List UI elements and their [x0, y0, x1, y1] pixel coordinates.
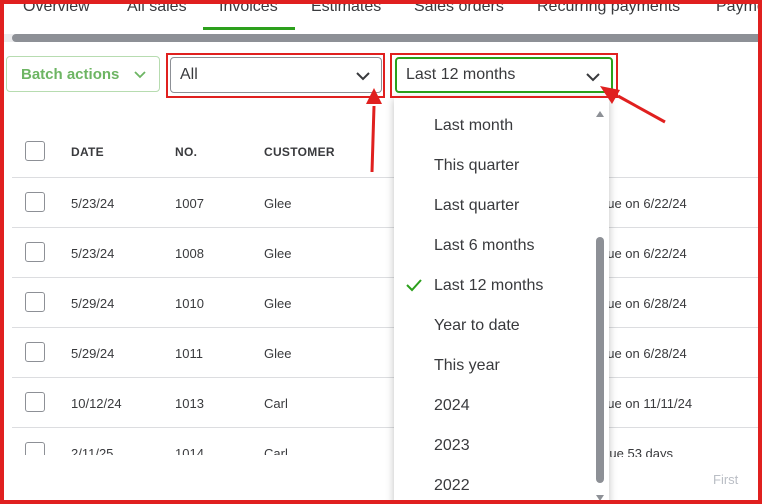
sales-tabs: Overview All sales Invoices Estimates Sa… — [0, 0, 762, 34]
option-2022[interactable]: 2022 — [434, 477, 470, 495]
active-tab-indicator — [203, 27, 295, 30]
header-divider — [12, 177, 762, 178]
annotation-arrow-status — [366, 88, 382, 173]
batch-actions-button[interactable]: Batch actions — [6, 56, 160, 92]
row-number: 1010 — [175, 296, 204, 311]
row-number: 1011 — [175, 346, 203, 361]
row-date: 10/12/24 — [71, 396, 122, 411]
option-2024[interactable]: 2024 — [434, 397, 470, 415]
select-all-checkbox[interactable] — [25, 141, 45, 161]
date-filter-value: Last 12 months — [406, 66, 516, 83]
row-customer: Glee — [264, 346, 292, 361]
row-number: 1008 — [175, 246, 204, 261]
chevron-down-icon — [355, 69, 371, 88]
row-divider — [12, 427, 762, 428]
row-customer: Glee — [264, 246, 292, 261]
row-checkbox[interactable] — [25, 242, 45, 262]
row-divider — [12, 277, 762, 278]
option-2023[interactable]: 2023 — [434, 437, 470, 455]
tab-invoices[interactable]: Invoices — [219, 0, 278, 16]
row-date: 5/29/24 — [71, 346, 115, 361]
tab-payments[interactable]: Payme — [716, 0, 762, 16]
row-status: due on 6/22/24 — [600, 246, 687, 261]
tab-overview[interactable]: Overview — [23, 0, 90, 16]
column-header-no[interactable]: NO. — [175, 145, 197, 159]
pagination-first[interactable]: First — [713, 472, 738, 487]
row-divider — [12, 327, 762, 328]
row-checkbox[interactable] — [25, 192, 45, 212]
column-header-customer[interactable]: CUSTOMER — [264, 145, 335, 159]
row-date: 5/23/24 — [71, 246, 115, 261]
check-icon — [405, 278, 423, 297]
column-header-date[interactable]: DATE — [71, 145, 104, 159]
option-last-month[interactable]: Last month — [434, 117, 513, 135]
batch-actions-label: Batch actions — [21, 65, 120, 83]
tab-recurring-payments[interactable]: Recurring payments — [537, 0, 680, 16]
status-filter-select[interactable]: All — [170, 57, 382, 93]
row-date: 5/23/24 — [71, 196, 115, 211]
status-filter-value: All — [180, 66, 198, 83]
chevron-down-icon — [133, 67, 147, 85]
option-last-quarter[interactable]: Last quarter — [434, 197, 519, 215]
date-filter-select[interactable]: Last 12 months — [395, 57, 613, 93]
date-range-dropdown: Last month This quarter Last quarter Las… — [394, 97, 609, 504]
scroll-up-arrow-icon[interactable] — [595, 105, 605, 123]
row-status: due on 6/28/24 — [600, 296, 687, 311]
row-checkbox[interactable] — [25, 342, 45, 362]
row-status: due on 6/22/24 — [600, 196, 687, 211]
option-this-year[interactable]: This year — [434, 357, 500, 375]
table-clip — [12, 455, 392, 467]
row-number: 1007 — [175, 196, 204, 211]
dropdown-scrollbar-thumb[interactable] — [596, 237, 604, 483]
row-date: 5/29/24 — [71, 296, 115, 311]
row-status: due on 6/28/24 — [600, 346, 687, 361]
option-year-to-date[interactable]: Year to date — [434, 317, 520, 335]
row-number: 1013 — [175, 396, 204, 411]
row-divider — [12, 227, 762, 228]
tab-all-sales[interactable]: All sales — [127, 0, 187, 16]
row-customer: Glee — [264, 296, 292, 311]
scroll-down-arrow-icon[interactable] — [595, 489, 605, 504]
row-status: due on 11/11/24 — [600, 396, 693, 411]
row-customer: Glee — [264, 196, 292, 211]
tabs-scrollbar[interactable] — [12, 34, 762, 42]
option-last-12-months[interactable]: Last 12 months — [434, 277, 543, 295]
table-clip — [600, 457, 758, 469]
option-this-quarter[interactable]: This quarter — [434, 157, 519, 175]
tab-sales-orders[interactable]: Sales orders — [414, 0, 504, 16]
row-checkbox[interactable] — [25, 392, 45, 412]
row-divider — [12, 377, 762, 378]
option-last-6-months[interactable]: Last 6 months — [434, 237, 535, 255]
row-checkbox[interactable] — [25, 292, 45, 312]
chevron-down-icon — [585, 70, 601, 89]
tab-estimates[interactable]: Estimates — [311, 0, 381, 16]
row-customer: Carl — [264, 396, 288, 411]
